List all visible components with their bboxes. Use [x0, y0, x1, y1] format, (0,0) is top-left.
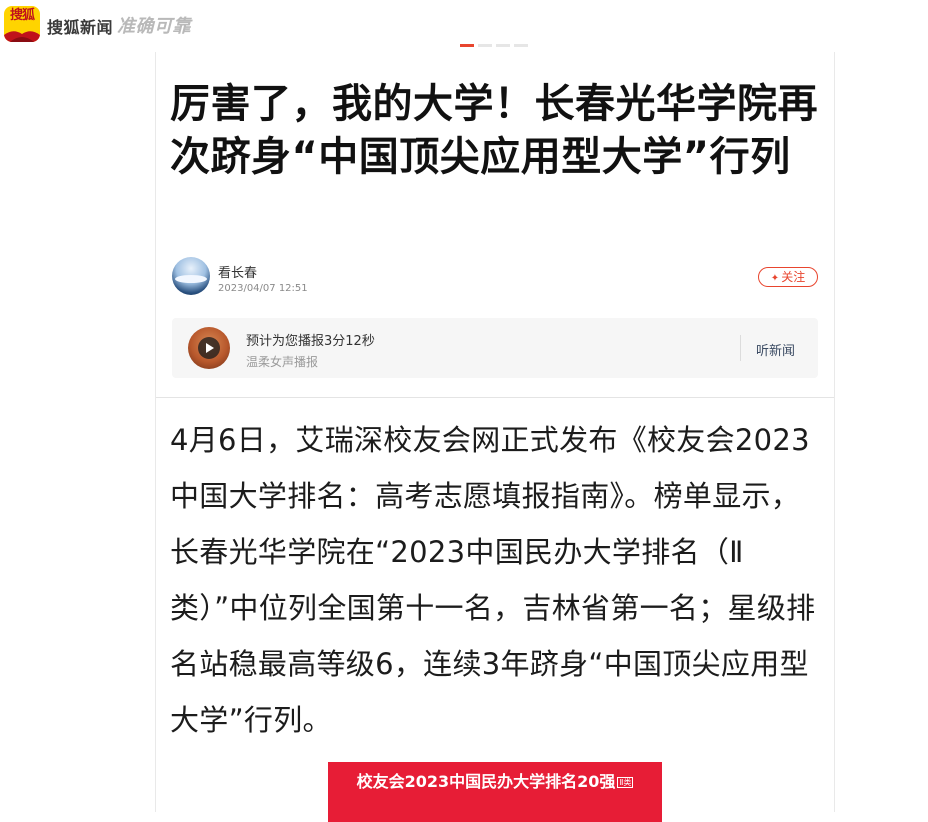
progress-segment — [496, 44, 510, 47]
article-paragraph: 4月6日，艾瑞深校友会网正式发布《校友会2023中国大学排名：高考志愿填报指南》… — [170, 423, 816, 737]
plus-icon: ✦ — [770, 273, 780, 284]
progress-segment-active — [460, 44, 474, 47]
audio-player: 预计为您播报3分12秒 温柔女声播报 听新闻 — [172, 318, 818, 378]
ranking-label: 校友会2023中国民办大学排名20强 — [356, 772, 616, 791]
play-button[interactable] — [198, 337, 220, 359]
follow-button[interactable]: ✦ 关注 — [758, 267, 818, 287]
avatar-wave — [175, 275, 207, 283]
ranking-category: Ⅱ类 — [617, 777, 634, 788]
divider — [740, 335, 741, 361]
audio-duration: 预计为您播报3分12秒 — [246, 334, 375, 349]
narrator-avatar[interactable] — [188, 327, 230, 369]
ranking-image-title: 校友会2023中国民办大学排名20强 Ⅱ类 — [328, 768, 662, 792]
logo-text: 搜狐 — [9, 8, 35, 23]
progress-segment — [514, 44, 528, 47]
author-avatar[interactable] — [172, 257, 210, 295]
follow-label: 关注 — [781, 270, 806, 284]
article-card: 厉害了，我的大学！长春光华学院再次跻身“中国顶尖应用型大学”行列 看长春 202… — [155, 52, 835, 822]
divider — [156, 397, 834, 398]
brand-slogan: 准确可靠 — [117, 16, 191, 37]
sohu-logo[interactable]: 搜狐 — [4, 6, 40, 42]
listen-news-button[interactable]: 听新闻 — [756, 340, 795, 359]
play-icon — [206, 343, 214, 353]
publish-date: 2023/04/07 12:51 — [218, 283, 308, 294]
fox-icon — [4, 31, 40, 42]
article-title: 厉害了，我的大学！长春光华学院再次跻身“中国顶尖应用型大学”行列 — [170, 81, 818, 180]
top-bar: 搜狐 搜狐新闻 准确可靠 — [0, 0, 928, 52]
reading-progress — [460, 44, 528, 47]
audio-voice: 温柔女声播报 — [246, 355, 319, 369]
brand-name: 搜狐新闻 — [47, 18, 114, 37]
author-name[interactable]: 看长春 — [218, 262, 257, 281]
ranking-image[interactable]: 校友会2023中国民办大学排名20强 Ⅱ类 — [328, 762, 662, 822]
progress-segment — [478, 44, 492, 47]
